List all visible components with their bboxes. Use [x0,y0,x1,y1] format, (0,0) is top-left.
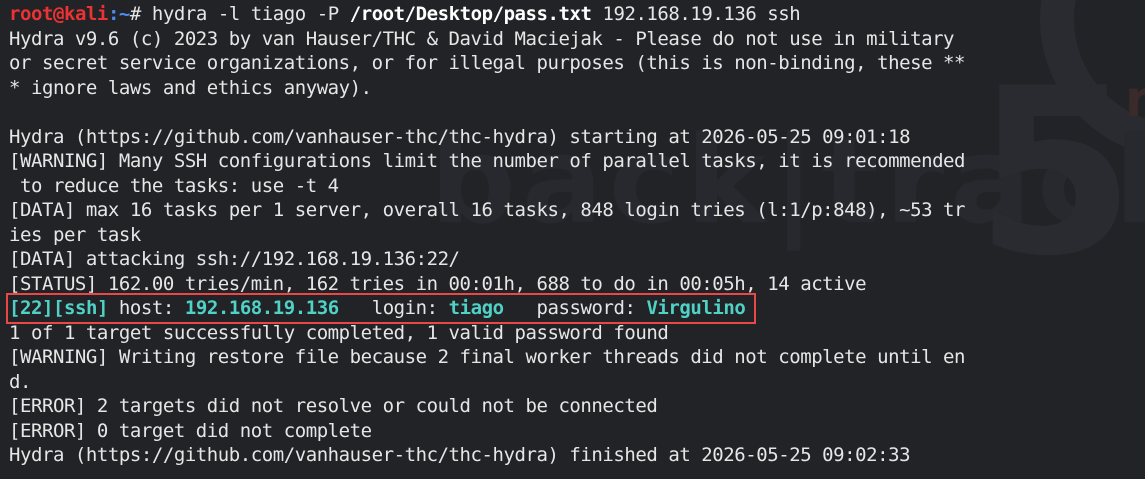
result-bracket: ][ [41,297,64,319]
output-line: [DATA] attacking ssh://192.168.19.136:22… [9,248,460,270]
output-line: * ignore laws and ethics anyway). [9,76,372,99]
output-line: or secret service organizations, or for … [9,52,966,74]
prompt-symbol: # [129,3,141,25]
output-line-blank [9,100,1145,125]
command-line: root@kali:~# hydra -l tiago -P /root/Des… [9,2,1145,27]
command-file: /root/Desktop/pass.txt [349,3,592,25]
prompt-host: kali [63,3,108,25]
command-target: 192.168.19.136 ssh [591,3,801,25]
output-line: Hydra (https://github.com/vanhauser-thc/… [9,444,911,466]
output-line: [WARNING] Many SSH configurations limit … [9,150,966,172]
result-highlight-box: [22][ssh] host: 192.168.19.136 login: ti… [5,293,757,324]
output-line: to reduce the tasks: use -t 4 [9,174,339,197]
result-port: 22 [20,297,42,319]
result-login-label: login: [338,297,449,319]
output-line: [ERROR] 0 target did not complete [9,419,372,442]
result-host-label: host: [107,297,185,319]
prompt-path: :~ [107,3,130,25]
result-bracket: ] [96,297,108,319]
output-line: Hydra v9.6 (c) 2023 by van Hauser/THC & … [9,27,955,50]
result-host: 192.168.19.136 [184,297,339,319]
result-login: tiago [448,297,504,319]
output-line: [STATUS] 162.00 tries/min, 162 tries in … [9,272,867,295]
output-line: [DATA] max 16 tasks per 1 server, overal… [9,199,966,221]
output-line: [WARNING] Writing restore file because 2… [9,346,966,368]
result-bracket: [ [9,297,20,319]
output-line: [ERROR] 2 targets did not resolve or cou… [9,395,658,417]
result-password-label: password: [503,297,647,319]
output-line: ies per task [9,223,141,246]
command-args: hydra -l tiago -P [140,3,350,25]
terminal-output: root@kali:~# hydra -l tiago -P /root/Des… [0,0,1145,468]
terminal-window[interactable]: back|track 5 r root@kali:~# hydra -l tia… [0,0,1145,479]
prompt-user: root [9,3,53,25]
output-line: Hydra (https://github.com/vanhauser-thc/… [9,125,911,148]
output-line: d. [9,370,31,393]
prompt-at: @ [52,3,64,25]
result-password: Virgulino [646,297,746,319]
result-service: ssh [63,297,97,319]
result-line: [22][ssh] host: 192.168.19.136 login: ti… [5,293,1145,324]
output-line: 1 of 1 target successfully completed, 1 … [9,321,669,344]
